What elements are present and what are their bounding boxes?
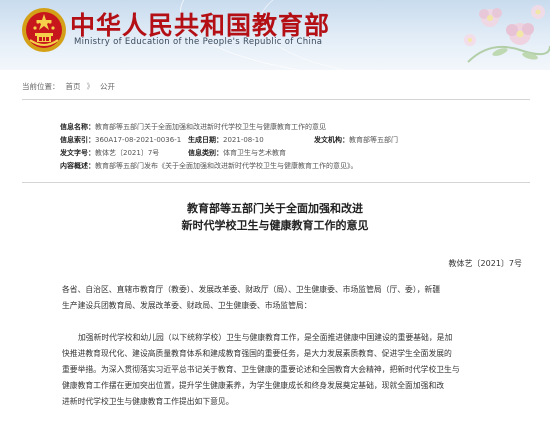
meta-docno-value: 教体艺〔2021〕7号: [95, 149, 160, 157]
meta-index-label: 信息索引：: [60, 136, 95, 144]
meta-summary-value: 教育部等五部门发布《关于全面加强和改进新时代学校卫生与健康教育工作的意见》。: [95, 162, 358, 170]
meta-index-value: 360A17-08-2021-0036-1: [95, 136, 182, 144]
article-doc-number: 教体艺〔2021〕7号: [448, 259, 522, 268]
body-line: 健康教育工作摆在更加突出位置，提升学生健康素养，为学生健康成长和终身发展奠定基础…: [62, 381, 445, 390]
flowers-decoration-icon: [464, 5, 550, 63]
meta-date-value: 2021-08-10: [223, 136, 264, 144]
meta-date-label: 生成日期：: [188, 136, 223, 144]
breadcrumb-home-link[interactable]: 首页: [66, 82, 81, 91]
body-line: 重要举措。为深入贯彻落实习近平总书记关于教育、卫生健康的重要论述和全国教育大会精…: [62, 365, 460, 374]
meta-category-label: 信息类别：: [188, 149, 223, 157]
article-title-line-2: 新时代学校卫生与健康教育工作的意见: [181, 219, 369, 232]
breadcrumb: 当前位置： 首页》公开: [22, 81, 121, 92]
meta-docno-label: 发文字号：: [60, 149, 95, 157]
meta-row-summary: 内容概述：教育部等五部门发布《关于全面加强和改进新时代学校卫生与健康教育工作的意…: [60, 160, 520, 173]
recipients-line: 各省、自治区、直辖市教育厅（教委）、发展改革委、财政厅（局）、卫生健康委、市场监…: [62, 285, 441, 294]
article-title-line-1: 教育部等五部门关于全面加强和改进: [187, 202, 363, 215]
site-title-english: Ministry of Education of the People's Re…: [74, 37, 323, 47]
body-line: 快推进教育现代化、建设高质量教育体系和建成教育强国的重要任务，是大力发展素质教育…: [62, 349, 452, 358]
divider: [22, 99, 530, 100]
recipients-line: 生产建设兵团教育局、发展改革委、财政局、卫生健康委、市场监管局：: [62, 301, 312, 310]
meta-name-value: 教育部等五部门关于全面加强和改进新时代学校卫生与健康教育工作的意见: [95, 123, 326, 131]
body-line: 进新时代学校卫生与健康教育工作提出如下意见。: [62, 397, 234, 406]
document-meta: 信息名称：教育部等五部门关于全面加强和改进新时代学校卫生与健康教育工作的意见 信…: [60, 121, 520, 173]
meta-row-docno: 发文字号：教体艺〔2021〕7号 信息类别：体育卫生与艺术教育: [60, 147, 520, 160]
meta-row-index: 信息索引：360A17-08-2021-0036-1 生成日期：2021-08-…: [60, 134, 520, 147]
meta-issuer-label: 发文机构：: [314, 136, 349, 144]
breadcrumb-separator: 》: [86, 82, 95, 91]
meta-summary-label: 内容概述：: [60, 162, 95, 170]
meta-row-name: 信息名称：教育部等五部门关于全面加强和改进新时代学校卫生与健康教育工作的意见: [60, 121, 520, 134]
breadcrumb-label: 当前位置：: [22, 82, 60, 91]
meta-issuer-value: 教育部等五部门: [349, 136, 398, 144]
meta-name-label: 信息名称：: [60, 123, 95, 131]
breadcrumb-section-link[interactable]: 公开: [100, 82, 115, 91]
divider: [22, 182, 530, 183]
national-emblem-icon[interactable]: [20, 6, 68, 54]
site-header: 中华人民共和国教育部 Ministry of Education of the …: [0, 0, 550, 70]
meta-category-value: 体育卫生与艺术教育: [223, 149, 286, 157]
body-line: 加强新时代学校和幼儿园（以下统称学校）卫生与健康教育工作，是全面推进健康中国建设…: [78, 333, 453, 342]
